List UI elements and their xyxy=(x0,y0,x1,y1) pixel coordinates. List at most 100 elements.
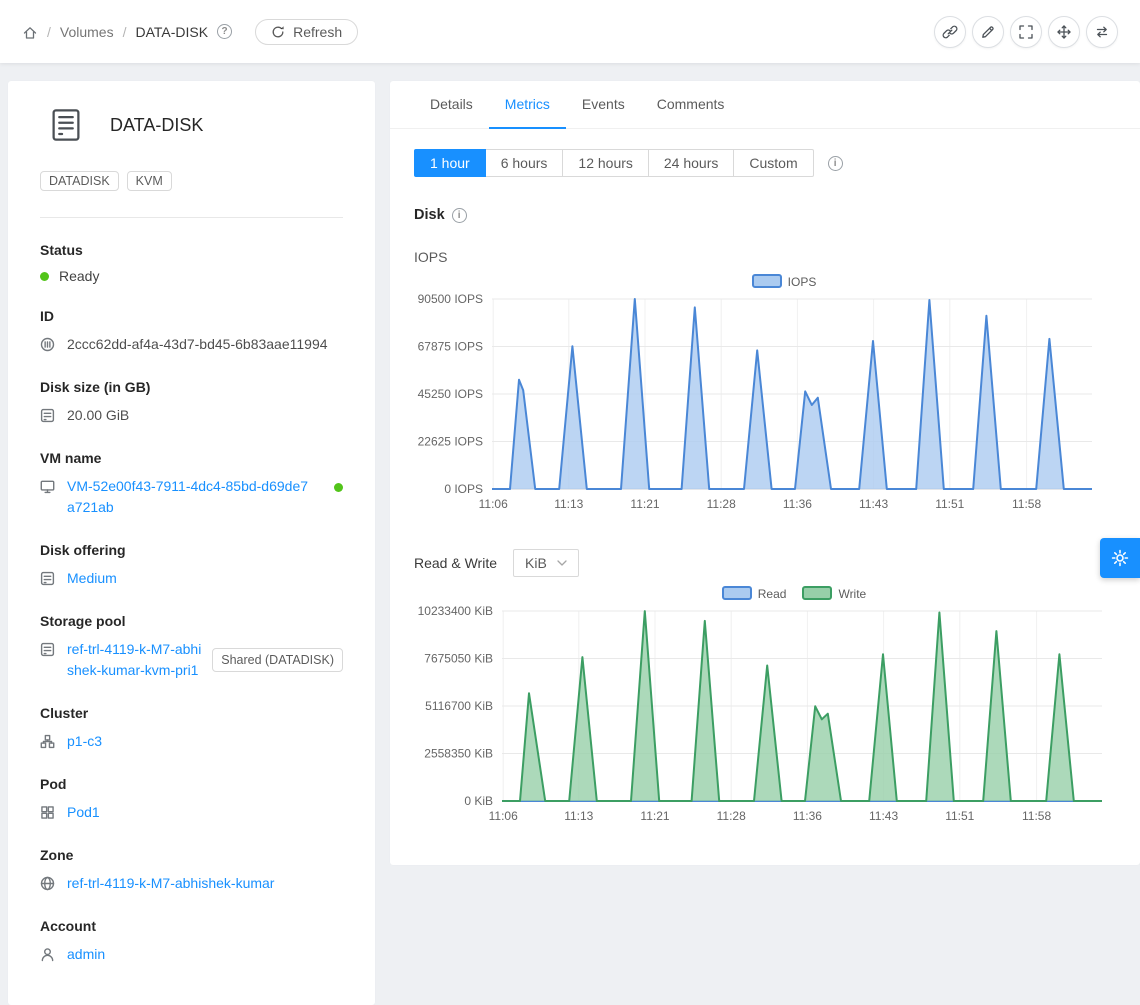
svg-text:5116700 KiB: 5116700 KiB xyxy=(425,699,493,713)
volume-icon xyxy=(48,107,84,143)
svg-text:90500 IOPS: 90500 IOPS xyxy=(418,292,483,306)
status-value: Ready xyxy=(59,268,99,284)
svg-text:11:21: 11:21 xyxy=(630,497,659,511)
volume-detail-card: DATA-DISK DATADISK KVM Status Ready ID 2… xyxy=(8,81,375,1005)
metrics-card: Details Metrics Events Comments 1 hour 6… xyxy=(390,81,1140,865)
disk-section-header: Disk i xyxy=(414,207,1116,223)
help-icon[interactable]: ? xyxy=(217,24,232,39)
tag-kvm: KVM xyxy=(127,171,172,191)
chevron-down-icon xyxy=(557,560,567,566)
time-range-1hour[interactable]: 1 hour xyxy=(414,149,486,177)
divider xyxy=(40,217,343,218)
breadcrumb-separator: / xyxy=(47,24,51,40)
time-range-6hours[interactable]: 6 hours xyxy=(485,149,564,177)
svg-text:11:51: 11:51 xyxy=(935,497,964,511)
top-header: / Volumes / DATA-DISK ? Refresh xyxy=(0,0,1140,63)
field-label: VM name xyxy=(40,450,343,466)
page-title: DATA-DISK xyxy=(110,115,203,136)
tab-bar: Details Metrics Events Comments xyxy=(390,81,1140,129)
readwrite-title: Read & Write xyxy=(414,555,497,571)
barcode-icon xyxy=(40,337,55,352)
tag-datadisk: DATADISK xyxy=(40,171,119,191)
svg-text:7675050 KiB: 7675050 KiB xyxy=(424,652,493,666)
migrate-volume-button[interactable] xyxy=(1086,16,1118,48)
disk-offering-link[interactable]: Medium xyxy=(67,568,117,589)
field-label: Storage pool xyxy=(40,613,343,629)
field-id: ID 2ccc62dd-af4a-43d7-bd45-6b83aae11994 xyxy=(40,308,343,355)
disk-info-icon[interactable]: i xyxy=(452,208,467,223)
svg-text:11:06: 11:06 xyxy=(479,497,508,511)
svg-text:67875 IOPS: 67875 IOPS xyxy=(418,340,483,354)
zone-link[interactable]: ref-trl-4119-k-M7-abhishek-kumar xyxy=(67,873,274,894)
storage-icon xyxy=(40,642,55,657)
svg-text:11:36: 11:36 xyxy=(783,497,812,511)
header-actions xyxy=(934,16,1118,48)
time-range-12hours[interactable]: 12 hours xyxy=(562,149,648,177)
field-disk-size: Disk size (in GB) 20.00 GiB xyxy=(40,379,343,426)
field-label: Account xyxy=(40,918,343,934)
gear-icon xyxy=(1111,549,1129,567)
status-dot-icon xyxy=(40,272,49,281)
vm-name-link[interactable]: VM-52e00f43-7911-4dc4-85bd-d69de7a721ab xyxy=(67,476,312,518)
move-volume-button[interactable] xyxy=(1048,16,1080,48)
disk-size-value: 20.00 GiB xyxy=(67,405,129,426)
svg-text:11:06: 11:06 xyxy=(489,809,518,823)
breadcrumb-separator: / xyxy=(123,24,127,40)
svg-text:22625 IOPS: 22625 IOPS xyxy=(418,435,483,449)
cluster-icon xyxy=(40,734,55,749)
move-icon xyxy=(1056,24,1072,40)
pod-grid-icon xyxy=(40,805,55,820)
unit-value: KiB xyxy=(525,555,547,571)
disk-section-title: Disk xyxy=(414,207,445,223)
time-range-row: 1 hour 6 hours 12 hours 24 hours Custom … xyxy=(414,149,1116,177)
svg-text:0 IOPS: 0 IOPS xyxy=(444,482,483,496)
refresh-label: Refresh xyxy=(293,24,342,40)
account-link[interactable]: admin xyxy=(67,944,105,965)
field-label: Status xyxy=(40,242,343,258)
svg-text:2558350 KiB: 2558350 KiB xyxy=(424,747,493,761)
page-content: DATA-DISK DATADISK KVM Status Ready ID 2… xyxy=(0,63,1140,1005)
attach-volume-button[interactable] xyxy=(934,16,966,48)
storage-scope-badge: Shared (DATADISK) xyxy=(212,648,343,673)
readwrite-header: Read & Write KiB xyxy=(414,549,1116,577)
field-account: Account admin xyxy=(40,918,343,965)
edit-volume-button[interactable] xyxy=(972,16,1004,48)
field-label: Cluster xyxy=(40,705,343,721)
field-disk-offering: Disk offering Medium xyxy=(40,542,343,589)
svg-text:11:21: 11:21 xyxy=(640,809,669,823)
svg-text:11:51: 11:51 xyxy=(945,809,974,823)
refresh-button[interactable]: Refresh xyxy=(255,19,358,45)
breadcrumb-volumes[interactable]: Volumes xyxy=(60,24,114,40)
tab-comments[interactable]: Comments xyxy=(641,81,741,128)
id-value: 2ccc62dd-af4a-43d7-bd45-6b83aae11994 xyxy=(67,334,328,355)
svg-text:11:28: 11:28 xyxy=(717,809,746,823)
tab-events[interactable]: Events xyxy=(566,81,641,128)
readwrite-chart: ReadWrite11:0611:1311:2111:2811:3611:431… xyxy=(414,585,1116,829)
time-range-24hours[interactable]: 24 hours xyxy=(648,149,734,177)
field-label: ID xyxy=(40,308,343,324)
tab-metrics[interactable]: Metrics xyxy=(489,81,566,129)
svg-text:11:43: 11:43 xyxy=(859,497,888,511)
swap-icon xyxy=(1094,24,1110,40)
svg-text:11:58: 11:58 xyxy=(1022,809,1051,823)
cluster-link[interactable]: p1-c3 xyxy=(67,731,102,752)
resize-volume-button[interactable] xyxy=(1010,16,1042,48)
field-storage-pool: Storage pool ref-trl-4119-k-M7-abhishek-… xyxy=(40,613,343,681)
time-range-info-icon[interactable]: i xyxy=(828,156,843,171)
expand-icon xyxy=(1018,24,1034,40)
iops-chart: IOPS11:0611:1311:2111:2811:3611:4311:511… xyxy=(414,273,1116,517)
resource-header: DATA-DISK xyxy=(40,107,343,143)
breadcrumb-current: DATA-DISK xyxy=(135,24,208,40)
field-label: Pod xyxy=(40,776,343,792)
time-range-custom[interactable]: Custom xyxy=(733,149,813,177)
storage-pool-link[interactable]: ref-trl-4119-k-M7-abhishek-kumar-kvm-pri… xyxy=(67,639,202,681)
time-range-group: 1 hour 6 hours 12 hours 24 hours Custom xyxy=(414,149,814,177)
home-icon[interactable] xyxy=(22,25,38,41)
settings-button[interactable] xyxy=(1100,538,1140,578)
svg-text:45250 IOPS: 45250 IOPS xyxy=(418,387,483,401)
unit-select[interactable]: KiB xyxy=(513,549,579,577)
svg-text:0 KiB: 0 KiB xyxy=(464,794,493,808)
link-icon xyxy=(942,24,958,40)
pod-link[interactable]: Pod1 xyxy=(67,802,100,823)
tab-details[interactable]: Details xyxy=(414,81,489,128)
